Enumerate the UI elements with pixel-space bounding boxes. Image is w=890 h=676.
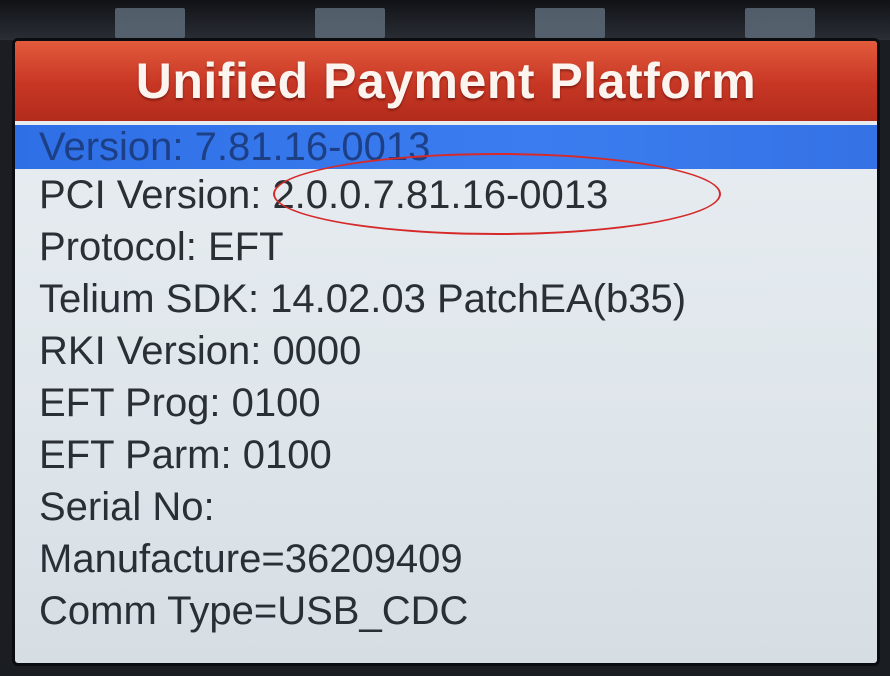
list-item-eft-prog[interactable]: EFT Prog: 0100: [15, 377, 877, 429]
device-bezel: [0, 0, 890, 40]
list-item-serial-no[interactable]: Serial No:: [15, 481, 877, 533]
list-item-label: RKI Version: 0000: [39, 328, 362, 373]
title-bar: Unified Payment Platform: [15, 41, 877, 121]
list-item-label: Protocol: EFT: [39, 224, 284, 269]
list-item-label: Serial No:: [39, 484, 215, 529]
list-item-pci-version[interactable]: PCI Version: 2.0.0.7.81.16-0013: [15, 169, 877, 221]
list-item-label: Manufacture=36209409: [39, 536, 463, 581]
list-item-label: EFT Parm: 0100: [39, 432, 332, 477]
list-item-comm-type[interactable]: Comm Type=USB_CDC: [15, 585, 877, 637]
bezel-key: [535, 8, 605, 38]
list-item-eft-parm[interactable]: EFT Parm: 0100: [15, 429, 877, 481]
list-item-label: Comm Type=USB_CDC: [39, 588, 469, 633]
terminal-screen: Unified Payment Platform Version: 7.81.1…: [12, 38, 880, 666]
list-item-label: EFT Prog: 0100: [39, 380, 321, 425]
bezel-key: [315, 8, 385, 38]
list-item-label: Version: 7.81.16-0013: [39, 124, 431, 169]
list-item-rki-version[interactable]: RKI Version: 0000: [15, 325, 877, 377]
list-item-version[interactable]: Version: 7.81.16-0013: [15, 125, 877, 169]
bezel-key: [115, 8, 185, 38]
info-list: Version: 7.81.16-0013 PCI Version: 2.0.0…: [15, 125, 877, 637]
screen-title: Unified Payment Platform: [135, 53, 757, 109]
list-item-label: PCI Version: 2.0.0.7.81.16-0013: [39, 172, 609, 217]
bezel-key: [745, 8, 815, 38]
list-item-protocol[interactable]: Protocol: EFT: [15, 221, 877, 273]
list-item-label: Telium SDK: 14.02.03 PatchEA(b35): [39, 276, 687, 321]
list-item-telium-sdk[interactable]: Telium SDK: 14.02.03 PatchEA(b35): [15, 273, 877, 325]
list-item-manufacture[interactable]: Manufacture=36209409: [15, 533, 877, 585]
